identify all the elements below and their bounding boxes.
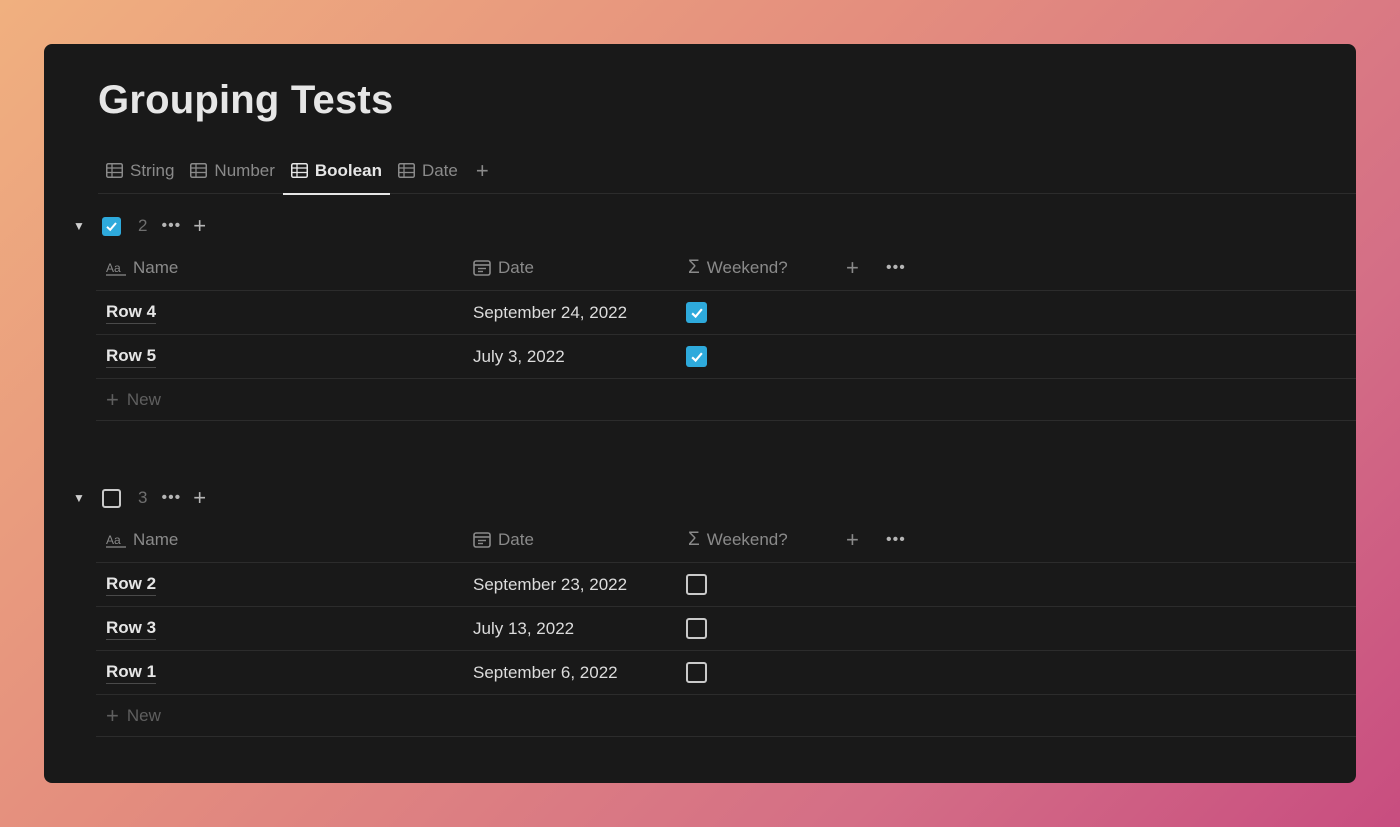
column-header-name[interactable]: Aa Name — [106, 530, 178, 550]
group-count: 2 — [138, 216, 148, 235]
sigma-formula-icon: Σ — [688, 528, 700, 550]
table-header: Aa Name Date Σ Weekend? + ••• — [96, 517, 1356, 563]
column-header-date[interactable]: Date — [473, 258, 534, 278]
weekend-checkbox-unchecked[interactable] — [686, 574, 707, 595]
check-icon — [690, 352, 703, 362]
column-header-name[interactable]: Aa Name — [106, 258, 178, 278]
table-row[interactable]: Row 1 September 6, 2022 — [96, 651, 1356, 695]
table-header: Aa Name Date Σ Weekend? + ••• — [96, 245, 1356, 291]
more-icon[interactable]: ••• — [161, 217, 181, 235]
group-header: ▼ 3 ••• + — [68, 479, 1356, 517]
text-aa-icon: Aa — [106, 533, 126, 548]
name-cell[interactable]: Row 1 — [106, 651, 157, 694]
more-icon[interactable]: ••• — [886, 259, 906, 277]
caret-down-icon[interactable]: ▼ — [68, 491, 90, 505]
tab-date[interactable]: Date — [390, 148, 466, 194]
column-header-weekend[interactable]: Σ Weekend? — [688, 529, 788, 551]
name-cell[interactable]: Row 2 — [106, 563, 157, 606]
svg-text:Aa: Aa — [106, 533, 121, 547]
add-row-icon[interactable]: + — [193, 215, 206, 237]
name-cell[interactable]: Row 4 — [106, 291, 157, 334]
name-cell[interactable]: Row 3 — [106, 607, 157, 650]
table-row[interactable]: Row 5 July 3, 2022 — [96, 335, 1356, 379]
weekend-cell — [686, 651, 707, 694]
column-label: Weekend? — [706, 529, 788, 549]
column-header-weekend[interactable]: Σ Weekend? — [688, 257, 788, 279]
date-cell[interactable]: September 6, 2022 — [473, 651, 618, 694]
new-row-label: New — [126, 705, 161, 725]
weekend-cell — [686, 291, 707, 334]
add-column-icon[interactable]: + — [846, 256, 859, 279]
calendar-icon — [473, 532, 491, 548]
plus-icon: + — [106, 702, 119, 728]
tab-label: Number — [214, 160, 275, 180]
column-label: Name — [133, 529, 179, 549]
add-column-icon[interactable]: + — [846, 528, 859, 551]
date-cell[interactable]: July 3, 2022 — [473, 335, 565, 378]
column-header-date[interactable]: Date — [473, 530, 534, 550]
sigma-formula-icon: Σ — [688, 256, 700, 278]
new-row-button[interactable]: + New — [96, 379, 1356, 421]
group-table: Aa Name Date Σ Weekend? + ••• Row 4 Sept… — [96, 245, 1356, 421]
tab-label: String — [130, 160, 175, 180]
table-icon — [106, 163, 123, 178]
name-cell[interactable]: Row 5 — [106, 335, 157, 378]
weekend-checkbox-checked[interactable] — [686, 302, 707, 323]
weekend-checkbox-checked[interactable] — [686, 346, 707, 367]
tab-number[interactable]: Number — [182, 148, 282, 194]
check-icon — [690, 308, 703, 318]
group-count: 3 — [138, 488, 148, 507]
plus-icon: + — [475, 157, 489, 183]
weekend-checkbox-unchecked[interactable] — [686, 662, 707, 683]
row-name[interactable]: Row 4 — [106, 302, 157, 324]
table-row[interactable]: Row 3 July 13, 2022 — [96, 607, 1356, 651]
page-title: Grouping Tests — [98, 78, 394, 122]
tab-boolean[interactable]: Boolean — [282, 148, 391, 195]
view-tabs: String Number Boolean Date + — [98, 148, 1356, 195]
group-checkbox-unchecked[interactable] — [102, 488, 121, 508]
tab-string[interactable]: String — [98, 148, 182, 194]
date-cell[interactable]: September 24, 2022 — [473, 291, 627, 334]
table-row[interactable]: Row 2 September 23, 2022 — [96, 563, 1356, 607]
svg-text:Aa: Aa — [106, 261, 121, 275]
row-name[interactable]: Row 2 — [106, 574, 157, 596]
weekend-cell — [686, 563, 707, 606]
app-window: Grouping Tests String Number Boolean Dat… — [44, 44, 1356, 783]
new-row-button[interactable]: + New — [96, 695, 1356, 737]
row-name[interactable]: Row 1 — [106, 662, 157, 684]
group-checkbox-checked[interactable] — [102, 216, 121, 236]
calendar-icon — [473, 260, 491, 276]
column-label: Name — [133, 257, 179, 277]
caret-down-icon[interactable]: ▼ — [68, 219, 90, 233]
table-icon — [290, 163, 308, 178]
group-table: Aa Name Date Σ Weekend? + ••• Row 2 Sept… — [96, 517, 1356, 737]
group-checked: ▼ 2 ••• + Aa Name Date Σ Weekend? + ••• … — [68, 207, 1356, 421]
text-aa-icon: Aa — [106, 261, 126, 276]
date-cell[interactable]: July 13, 2022 — [473, 607, 574, 650]
weekend-checkbox-unchecked[interactable] — [686, 618, 707, 639]
tab-label: Boolean — [314, 160, 382, 180]
column-label: Date — [498, 257, 534, 277]
row-name[interactable]: Row 3 — [106, 618, 157, 640]
table-icon — [397, 163, 415, 178]
add-row-icon[interactable]: + — [193, 487, 206, 509]
date-cell[interactable]: September 23, 2022 — [473, 563, 627, 606]
add-view-button[interactable]: + — [466, 148, 499, 194]
weekend-cell — [686, 607, 707, 650]
column-label: Date — [498, 529, 534, 549]
tab-label: Date — [421, 160, 458, 180]
group-header: ▼ 2 ••• + — [68, 207, 1356, 245]
table-row[interactable]: Row 4 September 24, 2022 — [96, 291, 1356, 335]
plus-icon: + — [106, 386, 119, 412]
new-row-label: New — [126, 389, 161, 409]
weekend-cell — [686, 335, 707, 378]
more-icon[interactable]: ••• — [161, 489, 181, 507]
check-icon — [106, 221, 117, 231]
table-icon — [190, 163, 208, 178]
row-name[interactable]: Row 5 — [106, 346, 157, 368]
column-label: Weekend? — [706, 257, 788, 277]
more-icon[interactable]: ••• — [886, 531, 906, 549]
group-unchecked: ▼ 3 ••• + Aa Name Date Σ Weekend? + ••• … — [68, 479, 1356, 737]
